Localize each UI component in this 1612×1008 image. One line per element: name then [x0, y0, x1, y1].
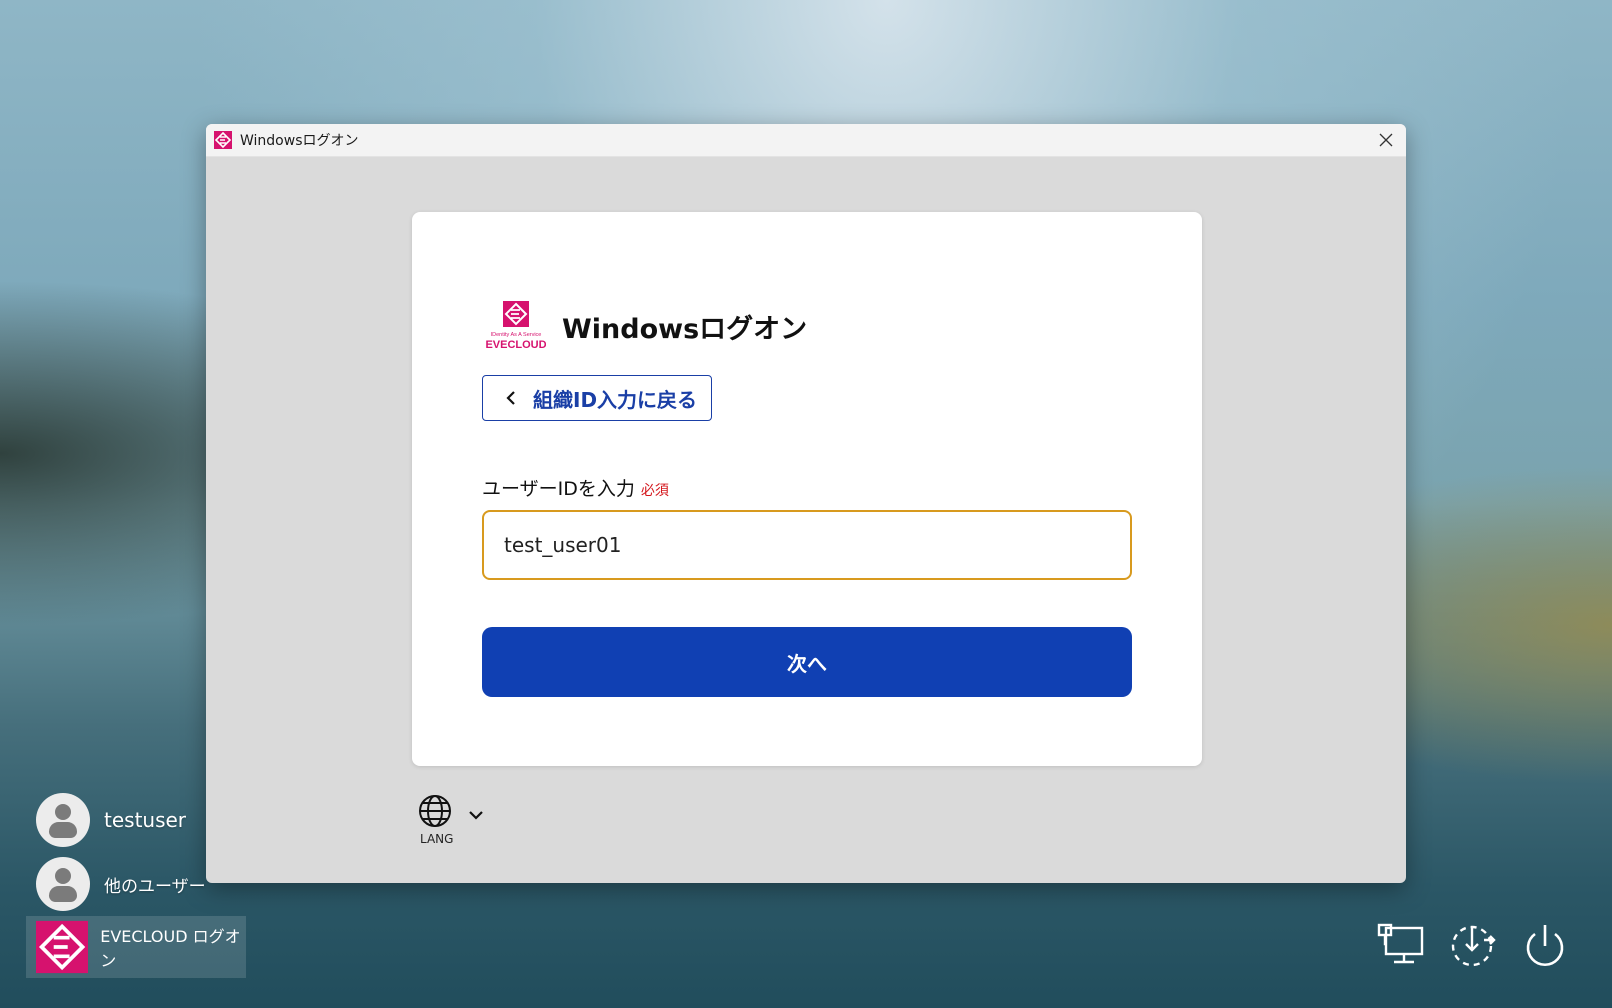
evecloud-logon-label: EVECLOUD ログオン	[100, 927, 241, 970]
avatar	[36, 793, 90, 847]
page-title: Windowsログオン	[562, 313, 808, 345]
user-name: testuser	[104, 808, 187, 832]
language-label: LANG	[420, 832, 454, 846]
window-title: Windowsログオン	[240, 133, 359, 149]
globe-icon	[419, 795, 451, 827]
required-badge: 必須	[640, 483, 669, 499]
svg-text:IDentity As A Service: IDentity As A Service	[491, 332, 542, 338]
logon-card: IDentity As A Service EVECLOUD Windowsログ…	[412, 212, 1202, 766]
svg-text:EVECLOUD: EVECLOUD	[486, 339, 546, 351]
user-id-label-text: ユーザーIDを入力	[482, 478, 635, 500]
user-name: 他のユーザー	[104, 876, 206, 897]
next-button-label: 次へ	[787, 651, 827, 676]
avatar-body	[49, 822, 77, 838]
chevron-down-icon	[469, 811, 483, 820]
user-id-input[interactable]	[482, 510, 1132, 580]
back-to-org-id-button[interactable]: 組織ID入力に戻る	[482, 375, 712, 421]
user-tile-other-user[interactable]: 他のユーザー	[36, 857, 206, 911]
user-id-label: ユーザーIDを入力 必須	[482, 474, 669, 501]
window-close-button[interactable]	[1366, 124, 1406, 156]
avatar-head	[55, 868, 71, 884]
close-icon	[1379, 133, 1393, 147]
window-titlebar: Windowsログオン	[206, 124, 1406, 157]
network-icon[interactable]	[1376, 922, 1426, 970]
evecloud-logo: IDentity As A Service EVECLOUD	[486, 301, 546, 351]
avatar	[36, 857, 90, 911]
logon-window: Windowsログオン IDentity As A Service EVECLO…	[206, 124, 1406, 883]
evecloud-logo-icon	[36, 920, 89, 974]
brand-row: IDentity As A Service EVECLOUD Windowsログ…	[486, 300, 807, 352]
chevron-left-icon	[506, 391, 515, 405]
evecloud-app-icon	[214, 131, 232, 149]
power-icon[interactable]	[1520, 922, 1570, 970]
avatar-head	[55, 804, 71, 820]
evecloud-logon-tile[interactable]: EVECLOUD ログオン	[26, 916, 246, 978]
lock-screen-background: Windowsログオン IDentity As A Service EVECLO…	[0, 0, 1612, 1008]
user-tile-testuser[interactable]: testuser	[36, 793, 186, 847]
avatar-body	[49, 886, 77, 902]
language-selector[interactable]: LANG	[418, 794, 498, 850]
accessibility-icon[interactable]	[1448, 922, 1498, 970]
next-button[interactable]: 次へ	[482, 627, 1132, 697]
back-button-label: 組織ID入力に戻る	[533, 387, 698, 412]
